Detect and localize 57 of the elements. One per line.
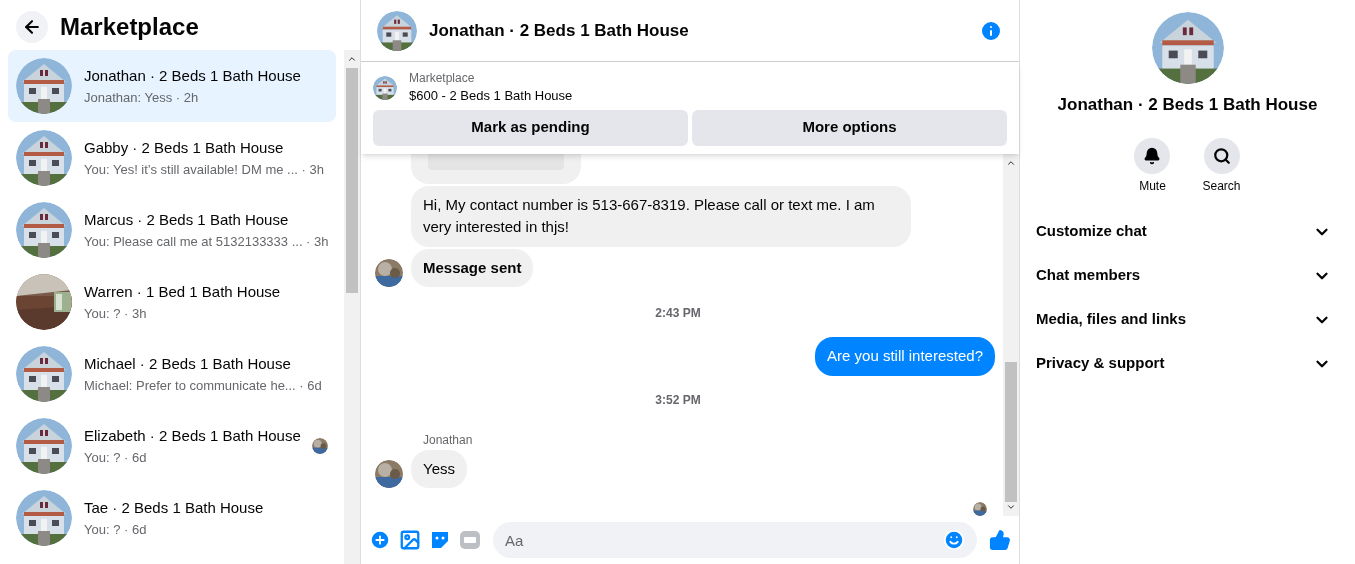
conversation-name: Gabby · 2 Beds 1 Bath House: [84, 138, 285, 158]
sticker-icon: [429, 529, 451, 551]
conversation-preview: You: Please call me at 5132133333 ... · 3h: [84, 232, 328, 251]
message-bubble: Are you still interested?: [815, 337, 995, 376]
conversation-name: Tae · 2 Beds 1 Bath House: [84, 498, 265, 518]
section-header[interactable]: Chat members: [1036, 253, 1339, 298]
conversation-item[interactable]: Jonathan · 2 Beds 1 Bath House Jonathan: Yess · 2h: [8, 50, 336, 122]
conversation-preview: You: ? · 6d: [84, 520, 148, 539]
action-label: Mute: [1139, 177, 1166, 194]
conversation-item[interactable]: Tae · 2 Beds 1 Bath House You: ? · 6d: [8, 482, 336, 554]
conversation-preview: You: ? · 3h: [84, 304, 148, 323]
listing-action-button[interactable]: More options: [692, 109, 1007, 146]
scrollbar[interactable]: [1003, 153, 1019, 516]
scroll-down-icon: [1006, 502, 1016, 512]
conversation-item[interactable]: Marcus · 2 Beds 1 Bath House You: Please call me at 5132133333 ... · 3h: [8, 194, 336, 266]
conversation-name: Michael · 2 Beds 1 Bath House: [84, 354, 292, 374]
conversation-preview: You: ? · 6d: [84, 448, 148, 467]
conversation-item[interactable]: Elizabeth · 2 Beds 1 Bath House You: ? · 6d: [8, 410, 336, 482]
timestamp: 2:43 PM: [655, 305, 701, 321]
conversation-item[interactable]: Warren · 1 Bed 1 Bath House You: ? · 3h: [8, 266, 336, 338]
conversation-item[interactable]: Michael · 2 Beds 1 Bath House Michael: Prefer to communicate he... · 6d: [8, 338, 336, 410]
page-title: Marketplace: [60, 12, 199, 42]
mute-button[interactable]: [1134, 137, 1171, 174]
message-field[interactable]: Aa: [493, 522, 977, 558]
conversation-name: Marcus · 2 Beds 1 Bath House: [84, 210, 290, 230]
conversation-preview: You: Yes! it’s still available! DM me ... · 3h: [84, 160, 325, 179]
message-bubble: Hi, My contact number is 513-667-8319. Please call or text me. I am very interested in thjs!: [411, 185, 911, 247]
scroll-up-icon: [347, 54, 357, 64]
scrollbar[interactable]: [344, 50, 360, 564]
message-bubble: Message sent: [411, 248, 534, 287]
sender-name: Jonathan: [423, 431, 474, 448]
conversation-name: Elizabeth · 2 Beds 1 Bath House: [84, 426, 300, 446]
search-icon: [1212, 146, 1231, 165]
contact-title: Jonathan · 2 Beds 1 Bath House: [1057, 94, 1318, 116]
like-icon: [989, 529, 1011, 551]
conversation-preview: Jonathan: Yess · 2h: [84, 88, 200, 107]
emoji-icon[interactable]: [943, 529, 965, 551]
section-header[interactable]: Customize chat: [1036, 209, 1339, 254]
conversation-preview: Michael: Prefer to communicate he... · 6d: [84, 376, 323, 395]
listing-title: $600 - 2 Beds 1 Bath House: [409, 87, 573, 105]
gif-icon: [459, 529, 481, 551]
search-button[interactable]: [1203, 137, 1240, 174]
chat-title: Jonathan · 2 Beds 1 Bath House: [429, 19, 690, 42]
action-label: Search: [1202, 177, 1241, 194]
conversation-item[interactable]: Gabby · 2 Beds 1 Bath House You: Yes! it’s still available! DM me ... · 3h: [8, 122, 336, 194]
message-bubble: Yess: [411, 449, 467, 488]
section-header[interactable]: Privacy & support: [1036, 341, 1339, 386]
conversation-name: Jonathan · 2 Beds 1 Bath House: [84, 66, 302, 86]
plus-icon: [369, 529, 391, 551]
listing-source: Marketplace: [409, 70, 476, 86]
timestamp: 3:52 PM: [655, 391, 701, 408]
conversation-name: Warren · 1 Bed 1 Bath House: [84, 282, 282, 302]
back-button[interactable]: [16, 11, 48, 43]
bell-icon: [1143, 146, 1162, 165]
listing-action-button[interactable]: Mark as pending: [373, 109, 688, 146]
photo-icon: [399, 529, 421, 551]
section-header[interactable]: Media, files and links: [1036, 297, 1339, 342]
